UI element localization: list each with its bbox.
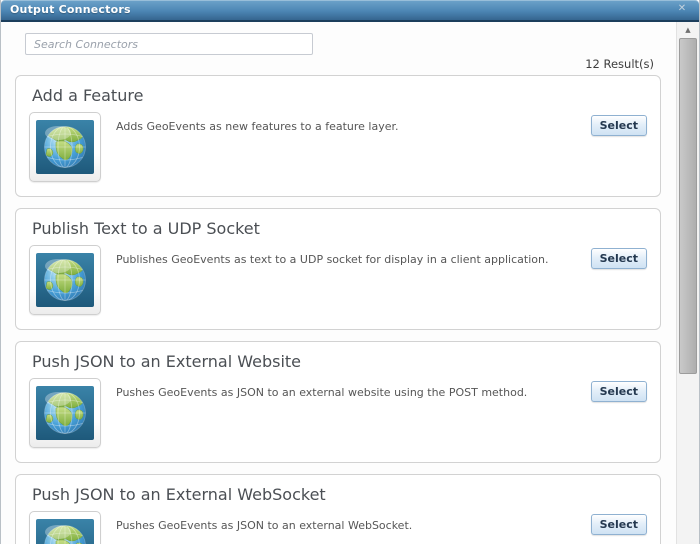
select-button[interactable]: Select — [590, 514, 647, 535]
connector-thumbnail — [29, 112, 101, 182]
connector-title: Publish Text to a UDP Socket — [32, 219, 260, 238]
connector-description: Publishes GeoEvents as text to a UDP soc… — [116, 253, 549, 266]
select-button[interactable]: Select — [590, 381, 647, 402]
output-connectors-dialog: Output Connectors ✕ 12 Result(s) Add a F… — [0, 0, 700, 544]
close-icon[interactable]: ✕ — [676, 3, 688, 15]
connector-thumbnail — [29, 378, 101, 448]
select-button[interactable]: Select — [590, 115, 647, 136]
connector-title: Push JSON to an External Website — [32, 352, 302, 371]
connector-thumbnail — [29, 245, 101, 315]
globe-icon — [36, 519, 94, 544]
connector-description: Adds GeoEvents as new features to a feat… — [116, 120, 399, 133]
connector-description: Pushes GeoEvents as JSON to an external … — [116, 386, 528, 399]
connector-title: Push JSON to an External WebSocket — [32, 485, 326, 504]
globe-icon — [36, 120, 94, 174]
globe-icon — [36, 253, 94, 307]
connector-title: Add a Feature — [32, 86, 144, 105]
connector-card-push-json-websocket: Push JSON to an External WebSocket Pushe… — [15, 474, 661, 544]
connector-thumbnail — [29, 511, 101, 544]
connector-card-publish-text-udp: Publish Text to a UDP Socket Publishes G… — [15, 208, 661, 330]
globe-icon — [36, 386, 94, 440]
search-input[interactable] — [25, 33, 313, 55]
dialog-titlebar: Output Connectors ✕ — [1, 0, 699, 22]
dialog-title: Output Connectors — [10, 3, 131, 16]
select-button[interactable]: Select — [590, 248, 647, 269]
connector-card-push-json-website: Push JSON to an External Website Pushes … — [15, 341, 661, 463]
scrollbar[interactable]: ▲ — [676, 22, 699, 544]
scroll-up-icon[interactable]: ▲ — [677, 22, 699, 37]
results-count: 12 Result(s) — [585, 57, 654, 71]
scrollbar-thumb[interactable] — [679, 38, 697, 374]
connector-description: Pushes GeoEvents as JSON to an external … — [116, 519, 413, 532]
connector-card-add-a-feature: Add a Feature Adds GeoEvents as new feat… — [15, 75, 661, 197]
dialog-content: 12 Result(s) Add a Feature — [2, 22, 676, 544]
